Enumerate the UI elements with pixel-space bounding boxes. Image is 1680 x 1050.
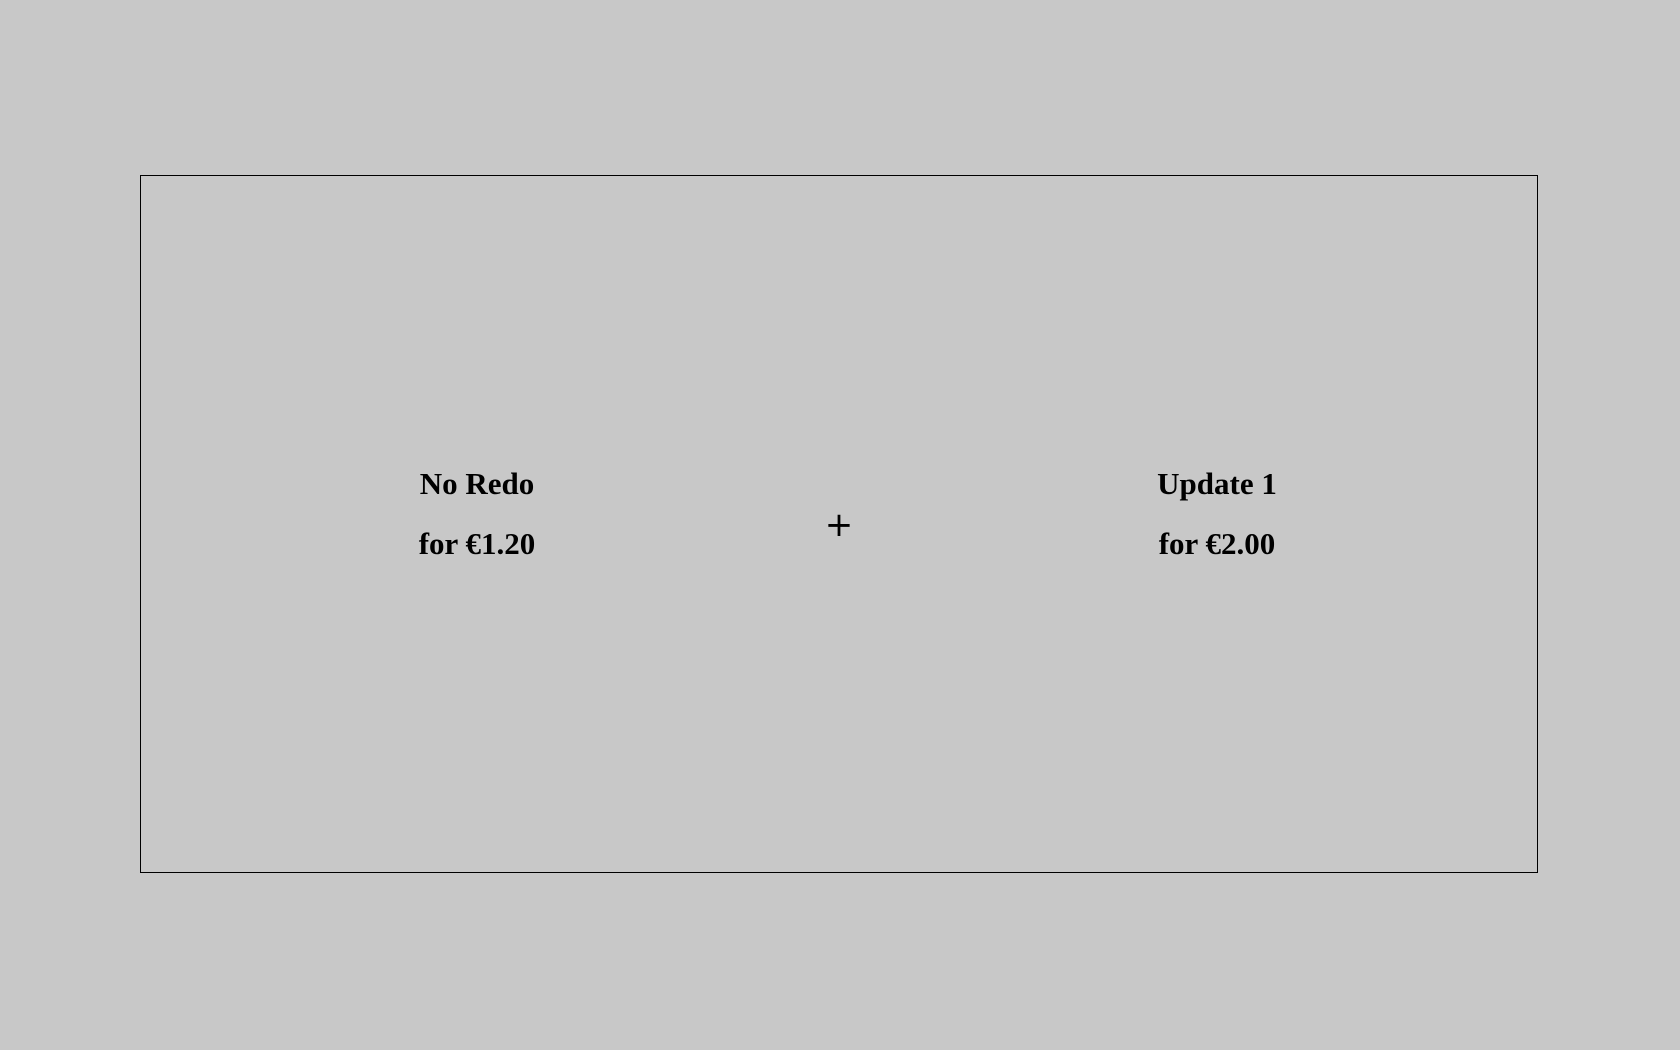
left-option[interactable]: No Redo for €1.20: [327, 454, 627, 574]
right-option-name: Update 1: [1157, 466, 1277, 501]
fixation-cross: +: [824, 505, 854, 545]
right-option[interactable]: Update 1 for €2.00: [1067, 454, 1367, 574]
left-option-price: for €1.20: [418, 526, 536, 561]
right-option-price: for €2.00: [1158, 526, 1276, 561]
left-option-name: No Redo: [419, 466, 535, 501]
